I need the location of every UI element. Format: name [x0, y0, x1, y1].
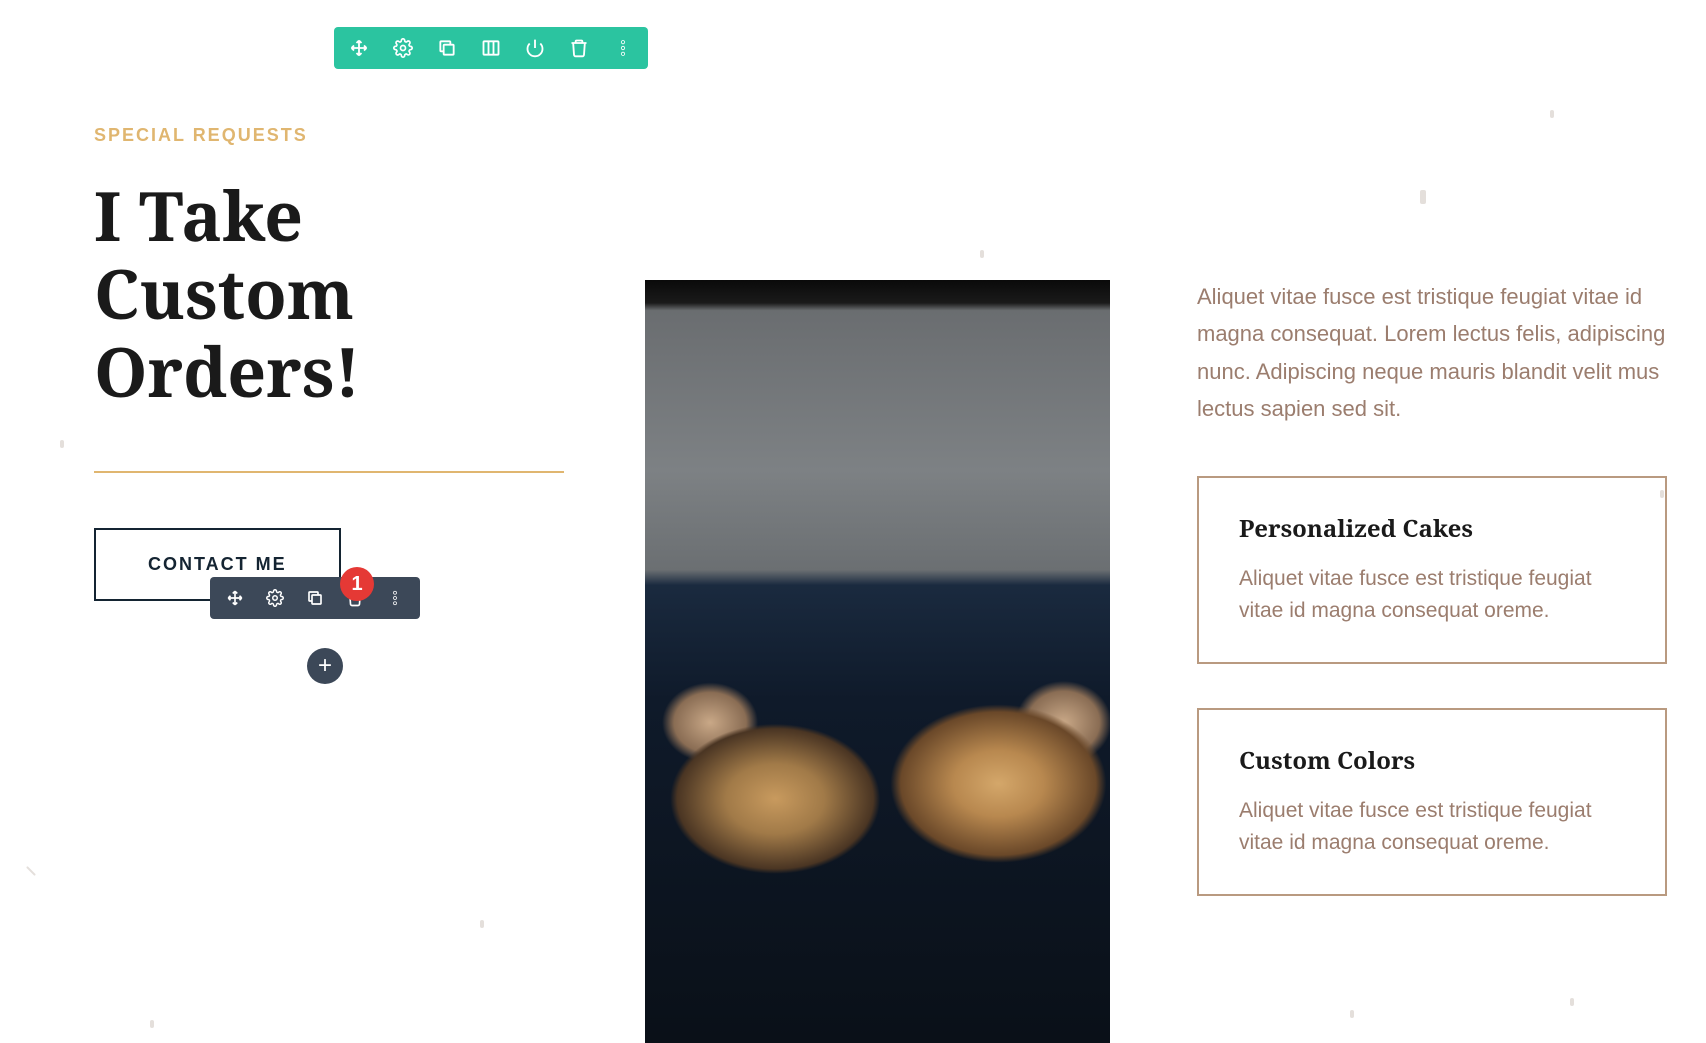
divider	[94, 471, 564, 473]
decorative-speck	[980, 250, 984, 258]
columns-icon[interactable]	[480, 37, 502, 59]
decorative-speck	[1550, 110, 1554, 118]
decorative-speck	[60, 440, 64, 448]
settings-icon[interactable]	[264, 587, 286, 609]
annotation-badge: 1	[340, 567, 374, 601]
decorative-speck	[1420, 190, 1426, 204]
left-column: SPECIAL REQUESTS I Take Custom Orders! C…	[94, 125, 564, 601]
intro-paragraph: Aliquet vitae fusce est tristique feugia…	[1197, 278, 1667, 428]
power-icon[interactable]	[524, 37, 546, 59]
more-icon[interactable]	[612, 37, 634, 59]
settings-icon[interactable]	[392, 37, 414, 59]
decorative-speck	[1350, 1010, 1354, 1018]
move-icon[interactable]	[348, 37, 370, 59]
card-body: Aliquet vitae fusce est tristique feugia…	[1239, 563, 1625, 628]
decorative-speck	[150, 1020, 154, 1028]
move-icon[interactable]	[224, 587, 246, 609]
contact-button-label: CONTACT ME	[148, 554, 287, 574]
page-headline: I Take Custom Orders!	[94, 176, 564, 411]
add-module-button[interactable]: +	[307, 648, 343, 684]
decorative-speck	[26, 866, 36, 876]
eyebrow-text: SPECIAL REQUESTS	[94, 125, 564, 146]
duplicate-icon[interactable]	[436, 37, 458, 59]
decorative-speck	[1570, 998, 1574, 1006]
section-toolbar[interactable]	[334, 27, 648, 69]
hero-image	[645, 280, 1110, 1043]
card-title: Personalized Cakes	[1239, 512, 1625, 545]
feature-card: Personalized Cakes Aliquet vitae fusce e…	[1197, 476, 1667, 664]
plus-icon: +	[318, 652, 332, 680]
duplicate-icon[interactable]	[304, 587, 326, 609]
module-toolbar[interactable]: 1	[210, 577, 420, 619]
card-title: Custom Colors	[1239, 744, 1625, 777]
feature-card: Custom Colors Aliquet vitae fusce est tr…	[1197, 708, 1667, 896]
right-column: Aliquet vitae fusce est tristique feugia…	[1197, 278, 1667, 896]
delete-icon[interactable]	[568, 37, 590, 59]
decorative-speck	[480, 920, 484, 928]
more-icon[interactable]	[384, 587, 406, 609]
card-body: Aliquet vitae fusce est tristique feugia…	[1239, 795, 1625, 860]
